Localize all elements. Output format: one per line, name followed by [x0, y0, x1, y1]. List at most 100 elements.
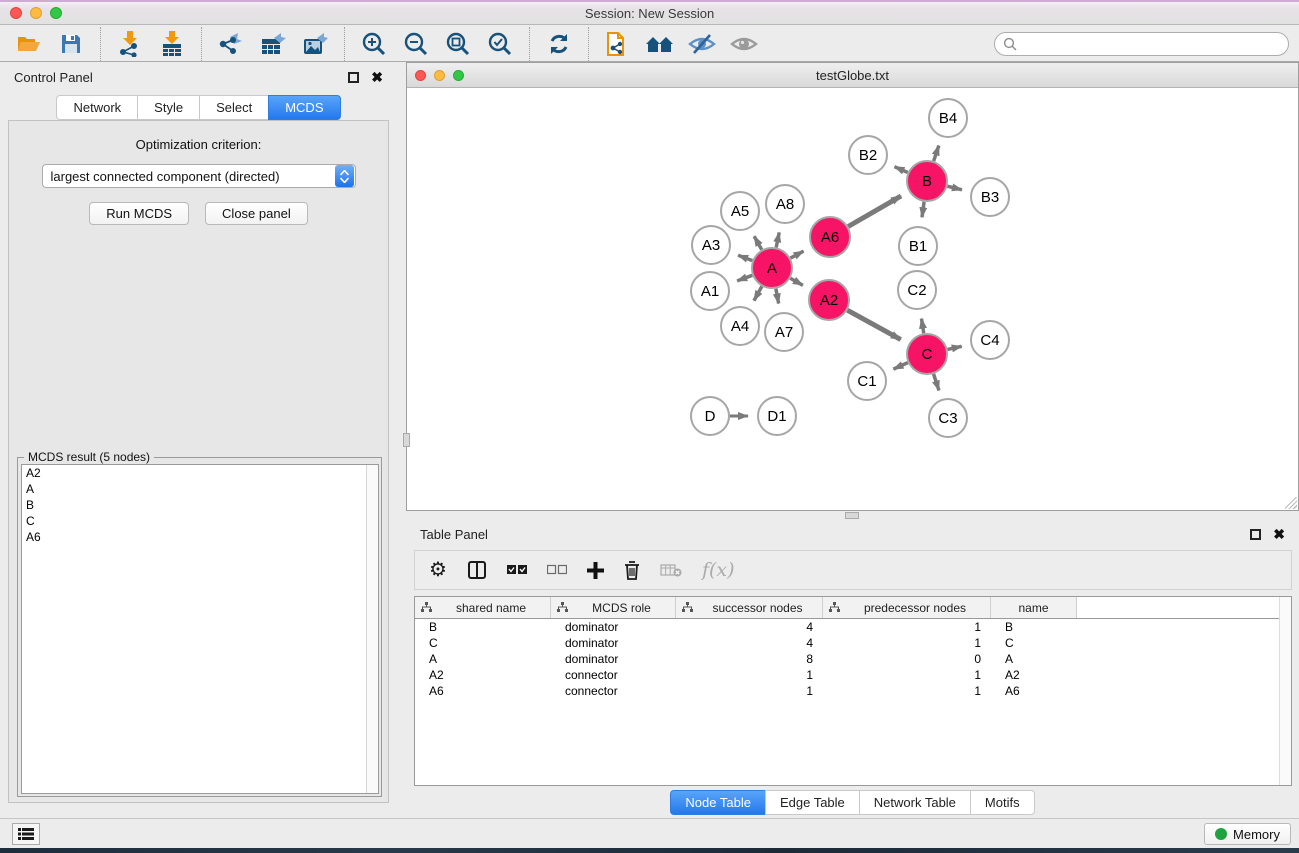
- close-panel-icon[interactable]: ✖: [371, 69, 383, 86]
- tab-network-table[interactable]: Network Table: [859, 790, 970, 815]
- edge-A-A4[interactable]: [754, 286, 762, 300]
- table-cell[interactable]: connector: [551, 684, 676, 698]
- home-icon[interactable]: [643, 29, 677, 59]
- graph-node-B[interactable]: B: [907, 161, 947, 201]
- tab-network[interactable]: Network: [56, 95, 137, 120]
- table-cell[interactable]: dominator: [551, 636, 676, 650]
- zoom-in-icon[interactable]: [357, 29, 391, 59]
- column-header-successor-nodes[interactable]: successor nodes: [676, 597, 823, 618]
- panel-splitter-handle-vertical[interactable]: [403, 433, 410, 447]
- edge-A-A8[interactable]: [776, 232, 779, 247]
- edge-B-B1[interactable]: [922, 202, 924, 217]
- graph-node-A4[interactable]: A4: [721, 307, 759, 345]
- graph-node-B2[interactable]: B2: [849, 136, 887, 174]
- export-network-icon[interactable]: [214, 29, 248, 59]
- optimization-criterion-select[interactable]: largest connected component (directed): [42, 164, 356, 188]
- column-header-shared-name[interactable]: shared name: [415, 597, 551, 618]
- graph-node-A2[interactable]: A2: [809, 280, 849, 320]
- zoom-selected-icon[interactable]: [483, 29, 517, 59]
- graph-node-B4[interactable]: B4: [929, 99, 967, 137]
- graph-node-C1[interactable]: C1: [848, 362, 886, 400]
- settings-gear-icon[interactable]: ⚙: [429, 560, 447, 580]
- new-network-from-file-icon[interactable]: [601, 29, 635, 59]
- float-panel-icon[interactable]: [348, 72, 359, 83]
- table-cell[interactable]: A2: [991, 668, 1077, 682]
- window-resize-grip[interactable]: [1285, 497, 1297, 509]
- edge-A-A1[interactable]: [737, 275, 752, 281]
- panel-splitter-handle-horizontal[interactable]: [845, 512, 859, 519]
- show-panels-icon[interactable]: [727, 29, 761, 59]
- network-canvas[interactable]: B4B2BB3A8A5A6A3B1AC2A1A2A4A7C4CC1DD1C3: [407, 88, 1298, 510]
- table-cell[interactable]: C: [415, 636, 551, 650]
- delete-column-icon[interactable]: [624, 561, 640, 580]
- result-list-item[interactable]: A6: [22, 529, 378, 545]
- export-image-icon[interactable]: [298, 29, 332, 59]
- edge-C-C3[interactable]: [934, 374, 939, 390]
- add-column-icon[interactable]: [587, 562, 604, 579]
- table-cell[interactable]: 1: [676, 668, 823, 682]
- table-cell[interactable]: B: [415, 620, 551, 634]
- graph-node-A5[interactable]: A5: [721, 192, 759, 230]
- graph-node-A1[interactable]: A1: [691, 272, 729, 310]
- column-visibility-icon[interactable]: [467, 560, 487, 580]
- graph-node-C4[interactable]: C4: [971, 321, 1009, 359]
- export-table-icon[interactable]: [256, 29, 290, 59]
- edge-A6-B[interactable]: [848, 196, 901, 227]
- graph-node-A6[interactable]: A6: [810, 217, 850, 257]
- delete-table-icon[interactable]: [660, 563, 682, 577]
- table-cell[interactable]: A: [415, 652, 551, 666]
- edge-C-C2[interactable]: [921, 319, 923, 334]
- table-cell[interactable]: 1: [823, 636, 991, 650]
- graph-node-D[interactable]: D: [691, 397, 729, 435]
- graph-node-A8[interactable]: A8: [766, 185, 804, 223]
- table-cell[interactable]: 1: [676, 684, 823, 698]
- table-cell[interactable]: 4: [676, 636, 823, 650]
- zoom-fit-icon[interactable]: [441, 29, 475, 59]
- close-panel-button[interactable]: Close panel: [205, 202, 308, 225]
- table-cell[interactable]: dominator: [551, 652, 676, 666]
- zoom-out-icon[interactable]: [399, 29, 433, 59]
- table-scrollbar[interactable]: [1279, 597, 1291, 785]
- table-row[interactable]: Adominator80A: [415, 651, 1291, 667]
- graph-node-A7[interactable]: A7: [765, 313, 803, 351]
- graph-node-B3[interactable]: B3: [971, 178, 1009, 216]
- deselect-all-icon[interactable]: [547, 564, 567, 576]
- search-field[interactable]: [994, 32, 1289, 56]
- graph-node-B1[interactable]: B1: [899, 227, 937, 265]
- table-row[interactable]: A2connector11A2: [415, 667, 1291, 683]
- table-cell[interactable]: A: [991, 652, 1077, 666]
- result-list-item[interactable]: C: [22, 513, 378, 529]
- table-cell[interactable]: A6: [991, 684, 1077, 698]
- edge-A-A2[interactable]: [790, 278, 803, 285]
- table-cell[interactable]: dominator: [551, 620, 676, 634]
- task-history-icon[interactable]: [12, 823, 40, 845]
- edge-C-C1[interactable]: [893, 363, 907, 369]
- result-list-item[interactable]: A: [22, 481, 378, 497]
- tab-select[interactable]: Select: [199, 95, 268, 120]
- import-table-icon[interactable]: [155, 29, 189, 59]
- open-session-icon[interactable]: [12, 29, 46, 59]
- edge-A-A3[interactable]: [738, 255, 752, 260]
- table-cell[interactable]: 4: [676, 620, 823, 634]
- edge-B-B2[interactable]: [895, 167, 908, 173]
- table-cell[interactable]: 0: [823, 652, 991, 666]
- result-list-item[interactable]: A2: [22, 465, 378, 481]
- table-cell[interactable]: connector: [551, 668, 676, 682]
- result-list-scrollbar[interactable]: [366, 465, 378, 793]
- tab-edge-table[interactable]: Edge Table: [765, 790, 859, 815]
- tab-style[interactable]: Style: [137, 95, 199, 120]
- save-session-icon[interactable]: [54, 29, 88, 59]
- edge-A-A7[interactable]: [776, 289, 779, 304]
- import-network-icon[interactable]: [113, 29, 147, 59]
- column-header-name[interactable]: name: [991, 597, 1077, 618]
- table-row[interactable]: Cdominator41C: [415, 635, 1291, 651]
- graph-node-A[interactable]: A: [752, 248, 792, 288]
- table-cell[interactable]: A2: [415, 668, 551, 682]
- table-cell[interactable]: B: [991, 620, 1077, 634]
- graph-node-C[interactable]: C: [907, 334, 947, 374]
- table-cell[interactable]: 1: [823, 668, 991, 682]
- result-list-item[interactable]: B: [22, 497, 378, 513]
- refresh-icon[interactable]: [542, 29, 576, 59]
- column-header-predecessor-nodes[interactable]: predecessor nodes: [823, 597, 991, 618]
- table-cell[interactable]: A6: [415, 684, 551, 698]
